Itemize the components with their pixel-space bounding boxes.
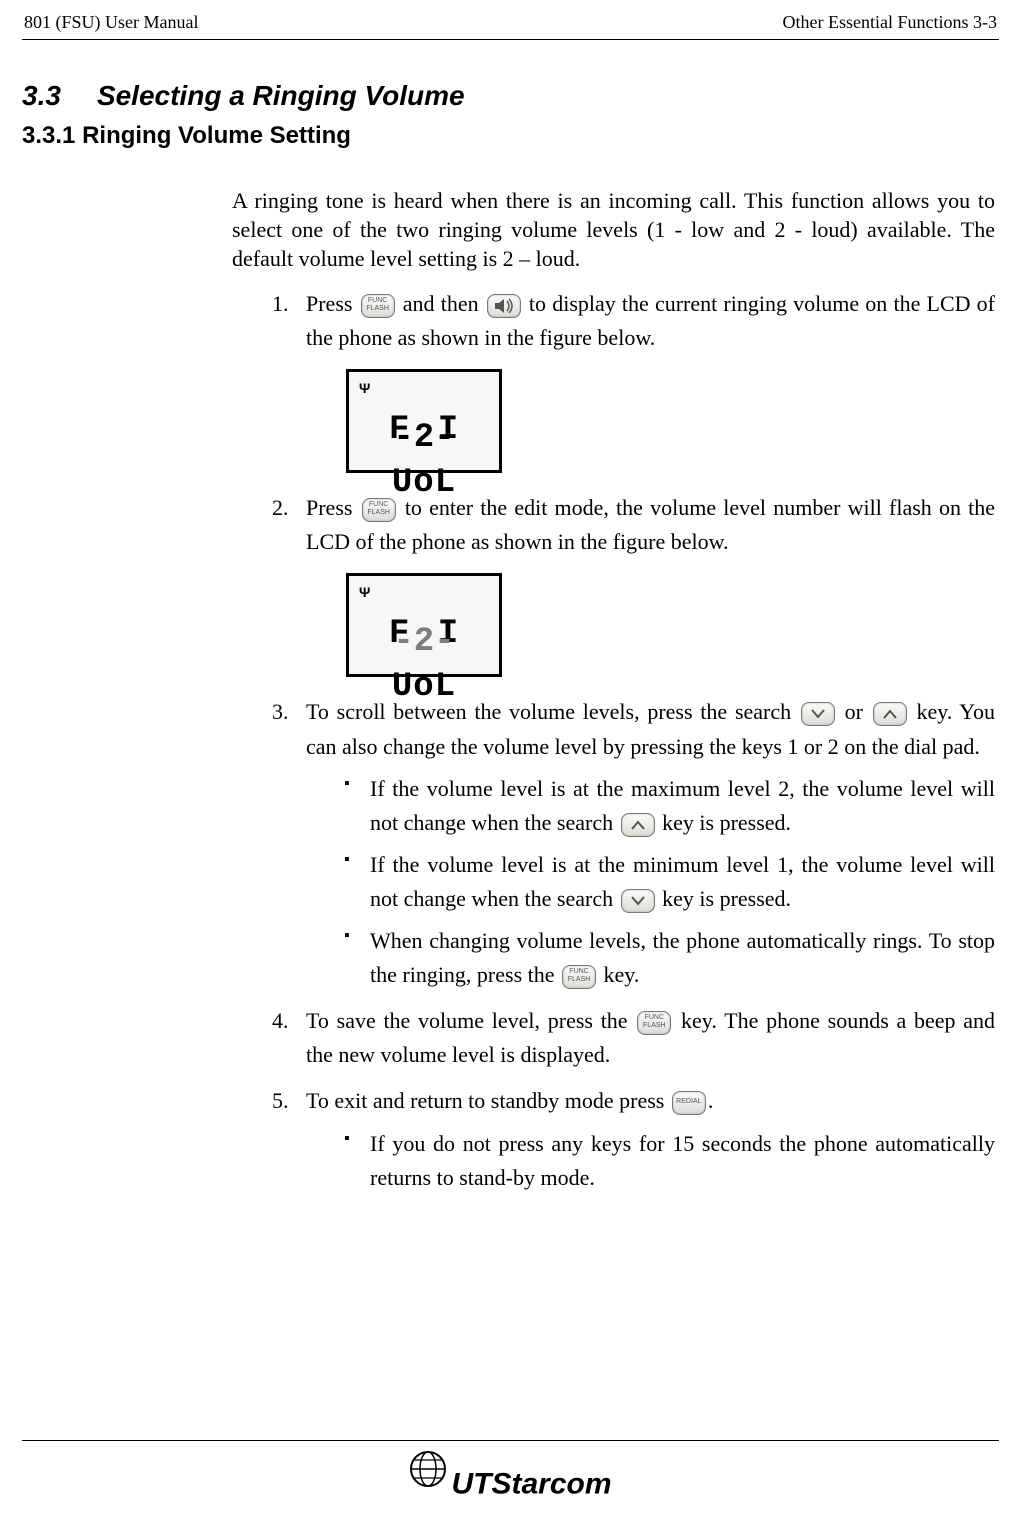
section-number: 3.3 xyxy=(22,80,61,111)
intro-paragraph: A ringing tone is heard when there is an… xyxy=(232,186,995,273)
bullet-max: If the volume level is at the maximum le… xyxy=(340,772,995,840)
step-1-text-a: Press xyxy=(306,291,359,316)
step-2: Press to enter the edit mode, the volume… xyxy=(272,491,995,677)
lcd-display-2: Ψ F I UoL -2- xyxy=(346,573,502,677)
lcd2-line2: -2- xyxy=(349,616,499,669)
section-heading: 3.3 Selecting a Ringing Volume xyxy=(22,80,999,112)
search-down-key-icon xyxy=(801,702,835,726)
subsection-title: Ringing Volume Setting xyxy=(82,122,351,149)
numbered-steps: Press and then to display the current ri… xyxy=(272,287,995,1195)
func-flash-key-icon xyxy=(562,965,596,989)
lcd-display-1: Ψ F I UoL -2- xyxy=(346,369,502,473)
step-4: To save the volume level, press the key.… xyxy=(272,1004,995,1072)
page-header: 801 (FSU) User Manual Other Essential Fu… xyxy=(22,12,999,39)
bullet-max-text-b: key is pressed. xyxy=(657,810,791,835)
step-1: Press and then to display the current ri… xyxy=(272,287,995,473)
bullet-stop-text-a: When changing volume levels, the phone a… xyxy=(370,928,995,987)
header-rule xyxy=(22,39,999,40)
func-flash-key-icon xyxy=(361,294,395,318)
step-5: To exit and return to standby mode press… xyxy=(272,1084,995,1194)
search-down-key-icon xyxy=(621,889,655,913)
step-3-text-a: To scroll between the volume levels, pre… xyxy=(306,699,799,724)
globe-icon xyxy=(409,1450,447,1488)
speaker-key-icon xyxy=(487,294,521,318)
subsection-heading: 3.3.1 Ringing Volume Setting xyxy=(22,122,999,150)
header-right: Other Essential Functions 3-3 xyxy=(783,12,997,33)
search-up-key-icon xyxy=(621,813,655,837)
step-3: To scroll between the volume levels, pre… xyxy=(272,695,995,992)
antenna-icon: Ψ xyxy=(359,378,370,400)
antenna-icon: Ψ xyxy=(359,582,370,604)
bullet-timeout: If you do not press any keys for 15 seco… xyxy=(340,1127,995,1195)
header-left: 801 (FSU) User Manual xyxy=(24,12,198,33)
section-title: Selecting a Ringing Volume xyxy=(97,80,465,111)
lcd1-line2: -2- xyxy=(349,412,499,465)
footer-rule xyxy=(22,1440,999,1441)
redial-key-icon xyxy=(672,1091,706,1115)
step-2-text-b: to enter the edit mode, the volume level… xyxy=(306,495,995,554)
footer-logo: UTStarcom xyxy=(0,1450,1021,1501)
step-2-text-a: Press xyxy=(306,495,360,520)
step-5-text-b: . xyxy=(708,1088,714,1113)
step-5-bullets: If you do not press any keys for 15 seco… xyxy=(340,1127,995,1195)
bullet-stop-text-b: key. xyxy=(598,962,639,987)
func-flash-key-icon xyxy=(637,1011,671,1035)
step-4-text-a: To save the volume level, press the xyxy=(306,1008,635,1033)
bullet-min-text-b: key is pressed. xyxy=(657,886,791,911)
search-up-key-icon xyxy=(873,702,907,726)
func-flash-key-icon xyxy=(362,498,396,522)
bullet-min: If the volume level is at the minimum le… xyxy=(340,848,995,916)
bullet-stop: When changing volume levels, the phone a… xyxy=(340,924,995,992)
step-3-text-b: or xyxy=(837,699,871,724)
step-5-text-a: To exit and return to standby mode press xyxy=(306,1088,670,1113)
subsection-number: 3.3.1 xyxy=(22,122,75,149)
step-1-text-b: and then xyxy=(397,291,485,316)
body-content: A ringing tone is heard when there is an… xyxy=(232,186,995,1195)
step-3-bullets: If the volume level is at the maximum le… xyxy=(340,772,995,993)
brand-name: UTStarcom xyxy=(451,1467,611,1500)
